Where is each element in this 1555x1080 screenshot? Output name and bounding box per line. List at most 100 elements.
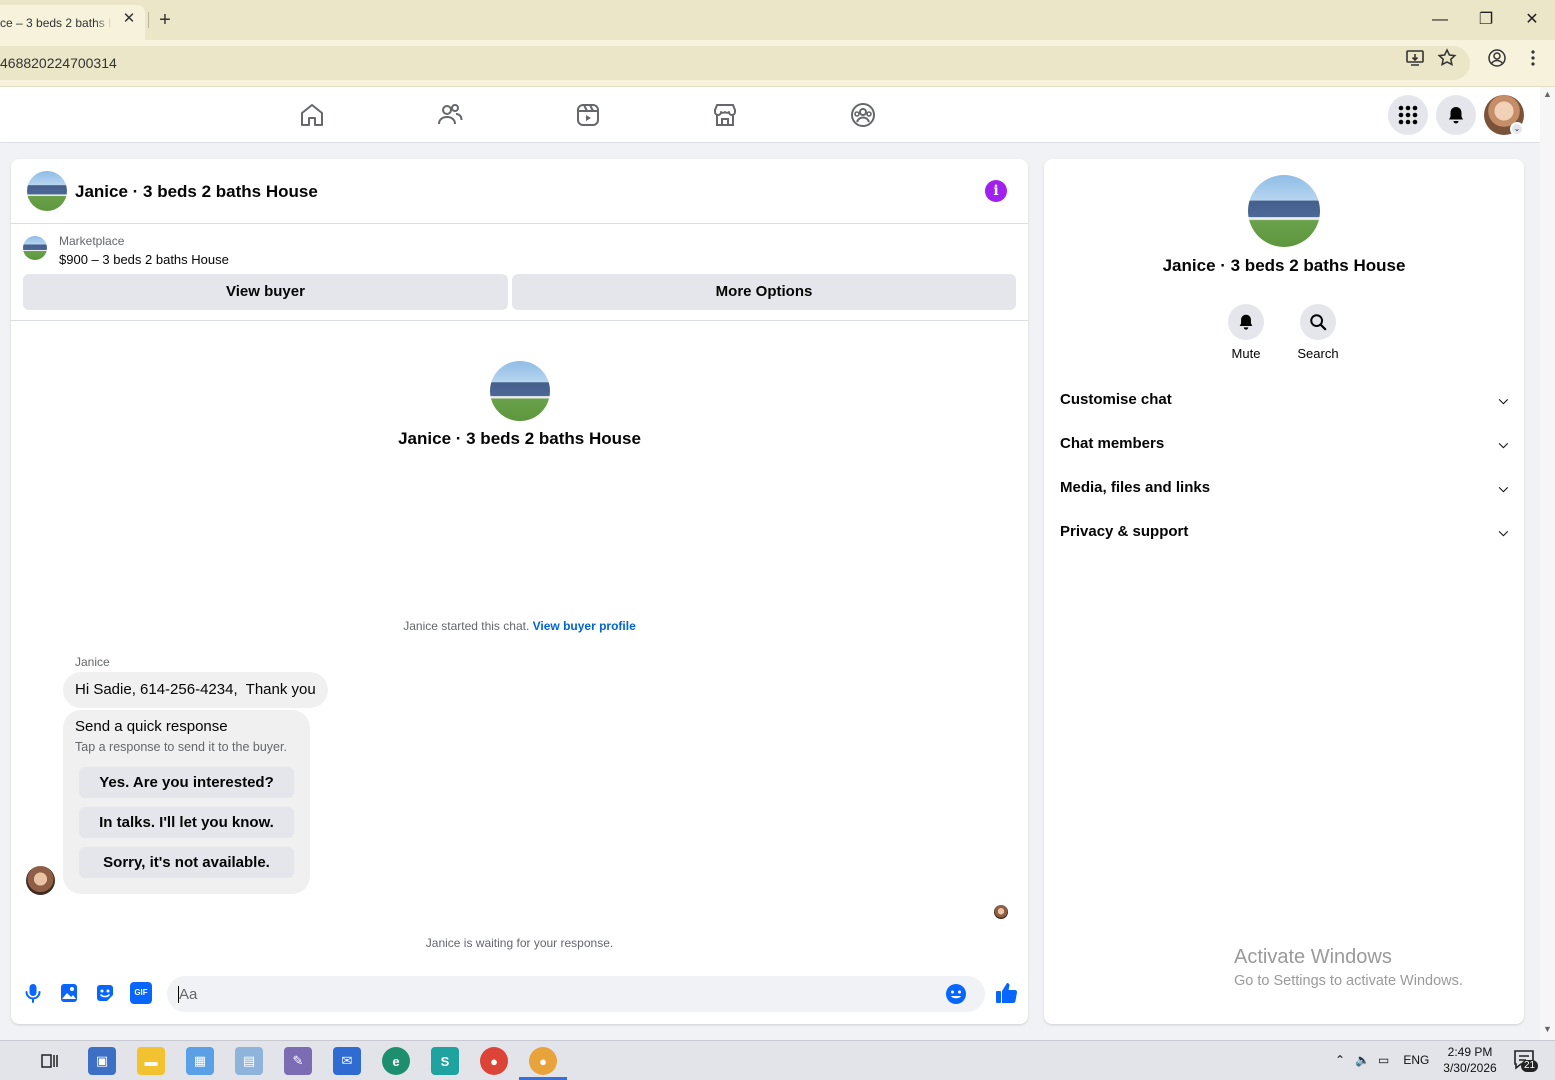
more-options-button[interactable]: More Options [512,274,1016,310]
tray-expand-icon[interactable]: ⌃ [1335,1053,1345,1067]
listing-title[interactable]: $900 – 3 beds 2 baths House [59,252,229,267]
home-icon[interactable] [298,101,326,129]
chevron-down-icon: ⌵ [1498,481,1508,495]
computer-app-icon[interactable]: ▣ [88,1047,116,1075]
text-caret [178,986,179,1003]
network-icon[interactable]: ▭ [1378,1053,1389,1067]
marketplace-icon[interactable] [711,101,739,129]
mute-button[interactable] [1228,304,1264,340]
tab-title: ce – 3 beds 2 baths H [0,15,112,30]
quick-response-option[interactable]: In talks. I'll let you know. [79,807,294,838]
microphone-icon[interactable] [22,982,44,1004]
restore-button[interactable]: ❐ [1473,7,1499,33]
browser-menu-icon[interactable] [1523,48,1543,68]
section-media-files-links[interactable]: Media, files and links ⌵ [1060,466,1508,510]
thumbs-up-icon[interactable] [994,981,1018,1005]
system-clock[interactable]: 2:49 PM 3/30/2026 [1440,1044,1500,1076]
message-bubble[interactable]: Hi Sadie, 614-256-4234, Thank you [63,672,328,708]
chrome-profile-icon[interactable]: ● [480,1047,508,1075]
watermark-line-1: Activate Windows [1234,946,1392,968]
sender-avatar[interactable] [26,866,55,895]
message-input[interactable] [179,976,939,1012]
browser-toolbar: 468820224700314 [0,40,1555,87]
minimize-button[interactable]: — [1427,7,1453,33]
browser-titlebar: ce – 3 beds 2 baths H ✕ + — ❐ ✕ [0,0,1555,40]
close-window-button[interactable]: ✕ [1519,7,1545,33]
menu-grid-icon [1398,105,1418,125]
info-icon[interactable]: i [985,180,1007,202]
listing-thumbnail[interactable] [23,236,47,260]
scroll-up-arrow-icon[interactable]: ▲ [1543,89,1552,99]
started-text: Janice started this chat. [403,619,533,633]
gif-icon[interactable]: GIF [130,982,152,1004]
url-text[interactable]: 468820224700314 [0,55,117,71]
menu-grid-button[interactable] [1388,95,1428,135]
task-view-icon[interactable] [40,1051,60,1071]
friends-icon[interactable] [436,101,464,129]
bell-icon [1239,314,1253,330]
mail-icon[interactable]: ✉ [333,1047,361,1075]
section-chat-members[interactable]: Chat members ⌵ [1060,422,1508,466]
edge-browser-icon[interactable]: e [382,1047,410,1075]
chat-header: Janice · 3 beds 2 baths House i [11,159,1028,224]
groups-icon[interactable] [849,101,877,129]
browser-tab[interactable]: ce – 3 beds 2 baths H ✕ [0,5,145,40]
system-tray: ⌃ 🔈 ▭ ENG [1335,1040,1429,1080]
search-action[interactable]: Search [1283,304,1353,361]
address-bar[interactable]: 468820224700314 [0,46,1470,80]
tab-separator [148,12,149,28]
profile-icon[interactable] [1487,48,1507,68]
file-explorer-icon[interactable]: ▬ [137,1047,165,1075]
store-icon[interactable]: ▦ [186,1047,214,1075]
info-avatar[interactable] [1248,175,1320,247]
waiting-notice: Janice is waiting for your response. [425,936,614,950]
video-icon[interactable] [574,101,602,129]
section-customise-chat[interactable]: Customise chat ⌵ [1060,378,1508,422]
marketplace-label: Marketplace [59,234,125,248]
bookmark-star-icon[interactable] [1437,48,1457,68]
chevron-down-icon: ⌵ [1498,393,1508,407]
section-label: Media, files and links [1060,479,1211,496]
page-scrollbar[interactable]: ▲ ▼ [1540,87,1555,1040]
install-app-icon[interactable] [1405,48,1425,68]
language-indicator[interactable]: ENG [1403,1053,1429,1067]
document-app-icon[interactable]: ▤ [235,1047,263,1075]
chrome-active-icon[interactable]: ● [529,1047,557,1075]
quick-response-option[interactable]: Sorry, it's not available. [79,847,294,878]
volume-icon[interactable]: 🔈 [1355,1053,1370,1067]
chat-panel: Janice · 3 beds 2 baths House i Marketpl… [11,159,1028,1024]
script-app-icon[interactable]: S [431,1047,459,1075]
tab-close-icon[interactable]: ✕ [121,11,137,27]
view-buyer-profile-link[interactable]: View buyer profile [533,619,636,633]
chevron-down-icon: ⌵ [1498,437,1508,451]
scroll-down-arrow-icon[interactable]: ▼ [1543,1024,1552,1034]
new-tab-button[interactable]: + [156,9,174,31]
chat-title[interactable]: Janice · 3 beds 2 baths House [75,182,318,202]
search-button[interactable] [1300,304,1336,340]
section-label: Chat members [1060,435,1165,452]
seen-indicator-avatar [994,905,1008,919]
paint-app-icon[interactable]: ✎ [284,1047,312,1075]
chat-avatar[interactable] [27,171,67,211]
quick-response-subtitle: Tap a response to send it to the buyer. [75,740,287,754]
conversation-avatar [490,361,550,421]
chat-started-notice: Janice started this chat. View buyer pro… [11,619,1028,633]
chat-info-panel: Janice · 3 beds 2 baths House Mute Searc… [1044,159,1524,1024]
quick-response-title: Send a quick response [75,718,228,735]
sticker-icon[interactable] [94,982,116,1004]
mute-action[interactable]: Mute [1211,304,1281,361]
section-privacy-support[interactable]: Privacy & support ⌵ [1060,510,1508,554]
section-label: Privacy & support [1060,523,1189,540]
section-label: Customise chat [1060,391,1172,408]
photo-icon[interactable] [58,982,80,1004]
clock-time: 2:49 PM [1447,1045,1493,1059]
notification-count-badge: 21 [1521,1060,1539,1072]
quick-response-option[interactable]: Yes. Are you interested? [79,767,294,798]
emoji-icon[interactable] [945,983,967,1005]
search-label: Search [1297,346,1339,361]
account-chevron-icon[interactable]: ⌄ [1510,122,1524,136]
info-title: Janice · 3 beds 2 baths House [1162,256,1406,275]
notifications-button[interactable] [1436,95,1476,135]
quick-response-card: Send a quick response Tap a response to … [63,710,310,894]
view-buyer-button[interactable]: View buyer [23,274,508,310]
